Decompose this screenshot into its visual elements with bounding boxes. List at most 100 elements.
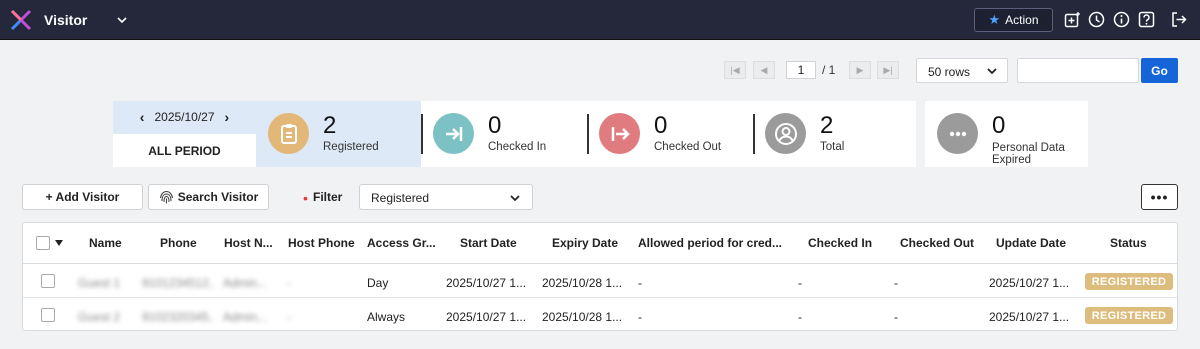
stat-label: Personal Data Expired: [992, 142, 1065, 166]
table-row[interactable]: Guest 2 9102320345... Admin... - Always …: [23, 299, 1177, 332]
action-button[interactable]: ★ Action: [974, 8, 1053, 32]
cell-name: Guest 2: [78, 310, 121, 324]
cell-allowed-period: -: [638, 310, 642, 324]
filter-value: Registered: [371, 191, 430, 205]
header-update-date[interactable]: Update Date: [996, 236, 1076, 250]
header-status[interactable]: Status: [1110, 236, 1170, 250]
action-label: Action: [1005, 13, 1039, 27]
top-bar: Visitor ★ Action: [0, 0, 1200, 40]
divider: [587, 114, 589, 154]
row-checkbox[interactable]: [41, 274, 55, 288]
ellipsis-icon: [937, 113, 978, 154]
divider: [421, 114, 423, 154]
next-date-button[interactable]: ›: [225, 109, 230, 125]
stat-count: 0: [992, 112, 1006, 139]
stat-label: Checked Out: [654, 141, 722, 153]
page-total: / 1: [822, 63, 836, 77]
logout-icon[interactable]: [1170, 11, 1187, 28]
table-header: Name Phone Host N... Host Phone Access G…: [23, 223, 1177, 264]
cell-expiry-date: 2025/10/28 1...: [542, 310, 623, 324]
cell-checked-out: -: [894, 276, 898, 290]
cell-update-date: 2025/10/27 1...: [989, 276, 1070, 290]
status-badge: REGISTERED: [1085, 273, 1173, 290]
stat-count: 0: [654, 112, 668, 139]
add-visitor-button[interactable]: + Add Visitor: [22, 184, 143, 210]
header-checked-out[interactable]: Checked Out: [900, 236, 980, 250]
stat-count: 2: [323, 112, 337, 139]
row-checkbox[interactable]: [41, 308, 55, 322]
stat-count: 0: [488, 112, 502, 139]
cell-host-phone: -: [287, 310, 291, 324]
first-page-button[interactable]: |◀: [724, 61, 746, 79]
more-options-button[interactable]: •••: [1141, 184, 1178, 210]
stat-label: Total: [820, 141, 845, 153]
cell-allowed-period: -: [638, 276, 642, 290]
clock-icon[interactable]: [1088, 11, 1105, 28]
cell-host-name: Admin...: [223, 276, 268, 290]
chevron-down-icon[interactable]: [116, 14, 128, 26]
cell-checked-out: -: [894, 310, 898, 324]
filter-label: Filter: [313, 190, 343, 204]
app-title[interactable]: Visitor: [44, 12, 87, 28]
header-host-phone[interactable]: Host Phone: [288, 236, 363, 250]
search-input[interactable]: [1017, 58, 1139, 83]
caret-down-icon[interactable]: [55, 240, 63, 246]
cell-host-phone: -: [287, 276, 291, 290]
check-out-icon: [599, 113, 640, 154]
cell-phone: 9102320345...: [142, 310, 214, 324]
stat-total[interactable]: 2 Total: [753, 101, 916, 167]
search-visitor-button[interactable]: Search Visitor: [148, 184, 269, 210]
cell-checked-in: -: [798, 276, 802, 290]
cell-start-date: 2025/10/27 1...: [446, 310, 527, 324]
cell-checked-in: -: [798, 310, 802, 324]
cell-update-date: 2025/10/27 1...: [989, 310, 1070, 324]
app-logo-icon[interactable]: [10, 9, 32, 31]
last-page-button[interactable]: ▶|: [877, 61, 899, 79]
header-access-group[interactable]: Access Gr...: [367, 236, 442, 250]
filter-indicator-dot: •: [303, 190, 308, 206]
date-navigator: ‹ 2025/10/27 ›: [113, 101, 256, 133]
prev-date-button[interactable]: ‹: [140, 109, 145, 125]
select-all-checkbox[interactable]: [36, 236, 50, 250]
cell-name: Guest 1: [78, 276, 121, 290]
header-allowed-period[interactable]: Allowed period for cred...: [638, 236, 798, 250]
info-icon[interactable]: [1113, 11, 1130, 28]
search-visitor-label: Search Visitor: [177, 190, 259, 204]
help-icon[interactable]: [1138, 11, 1155, 28]
header-name[interactable]: Name: [89, 236, 149, 250]
table-row[interactable]: Guest 1 9101234512... Admin... - Day 202…: [23, 265, 1177, 298]
header-expiry-date[interactable]: Expiry Date: [552, 236, 632, 250]
cell-phone: 9101234512...: [142, 276, 214, 290]
stat-count: 2: [820, 112, 834, 139]
stat-checked-in[interactable]: 0 Checked In: [421, 101, 587, 167]
rows-per-page-select[interactable]: 50 rows: [916, 58, 1008, 83]
cell-expiry-date: 2025/10/28 1...: [542, 276, 623, 290]
prev-page-button[interactable]: ◀: [753, 61, 775, 79]
go-button[interactable]: Go: [1141, 58, 1178, 83]
stat-registered[interactable]: 2 Registered: [256, 101, 421, 167]
page-number-input[interactable]: 1: [786, 61, 816, 79]
chevron-down-icon: [987, 68, 997, 75]
header-phone[interactable]: Phone: [160, 236, 220, 250]
current-date: 2025/10/27: [154, 110, 215, 124]
filter-select[interactable]: Registered: [359, 184, 533, 210]
chevron-down-icon: [510, 195, 520, 202]
cell-access-group: Day: [367, 276, 389, 290]
stat-personal-data-expired[interactable]: 0 Personal Data Expired: [925, 101, 1088, 167]
stat-checked-out[interactable]: 0 Checked Out: [587, 101, 753, 167]
check-in-icon: [433, 113, 474, 154]
star-icon: ★: [988, 12, 1001, 27]
date-panel: ‹ 2025/10/27 › ALL PERIOD: [113, 101, 256, 167]
next-page-button[interactable]: ▶: [849, 61, 871, 79]
all-period-button[interactable]: ALL PERIOD: [113, 134, 256, 167]
status-badge: REGISTERED: [1085, 307, 1173, 324]
cell-host-name: Admin...: [223, 310, 268, 324]
header-host-name[interactable]: Host N...: [224, 236, 284, 250]
new-window-icon[interactable]: [1064, 11, 1081, 28]
header-start-date[interactable]: Start Date: [460, 236, 540, 250]
rows-per-page-value: 50 rows: [928, 65, 971, 79]
cell-access-group: Always: [367, 310, 406, 324]
header-checked-in[interactable]: Checked In: [808, 236, 888, 250]
stat-label: Checked In: [488, 141, 547, 153]
fingerprint-icon: [159, 190, 173, 203]
